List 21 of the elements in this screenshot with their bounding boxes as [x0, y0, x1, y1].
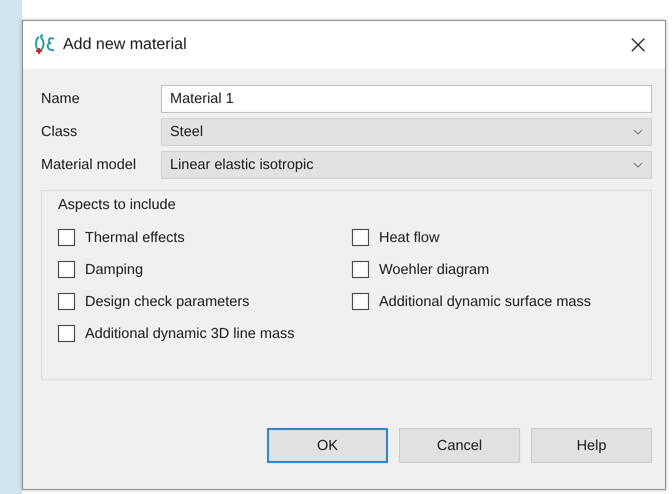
group-title: Aspects to include — [58, 197, 177, 213]
checkbox[interactable]: Additional dynamic surface mass — [352, 293, 637, 310]
close-button[interactable]: × — [621, 30, 655, 60]
checkbox[interactable]: Design check parameters — [58, 293, 352, 310]
checkbox[interactable]: Damping — [58, 261, 352, 278]
dropdown[interactable]: Linear elastic isotropic — [161, 151, 652, 179]
checkbox[interactable]: Woehler diagram — [352, 261, 637, 278]
checkbox[interactable]: Thermal effects — [58, 229, 352, 246]
field-label: Class — [41, 124, 78, 140]
field-label: Material model — [41, 157, 138, 173]
chevron-down-icon — [633, 162, 643, 168]
chevron-down-icon — [633, 129, 643, 135]
checkbox[interactable]: Heat flow — [352, 229, 637, 246]
dropdown[interactable]: Steel — [161, 118, 652, 146]
window-title: Add new material — [63, 36, 188, 54]
checkbox[interactable]: Additional dynamic 3D line mass — [58, 325, 352, 342]
field-label: Name — [41, 91, 81, 107]
dialog-button[interactable]: Help — [531, 428, 652, 463]
text-field[interactable]: Material 1 — [161, 85, 652, 113]
dialog-button[interactable]: Cancel — [399, 428, 520, 463]
dialog-button[interactable]: OK — [267, 428, 388, 463]
